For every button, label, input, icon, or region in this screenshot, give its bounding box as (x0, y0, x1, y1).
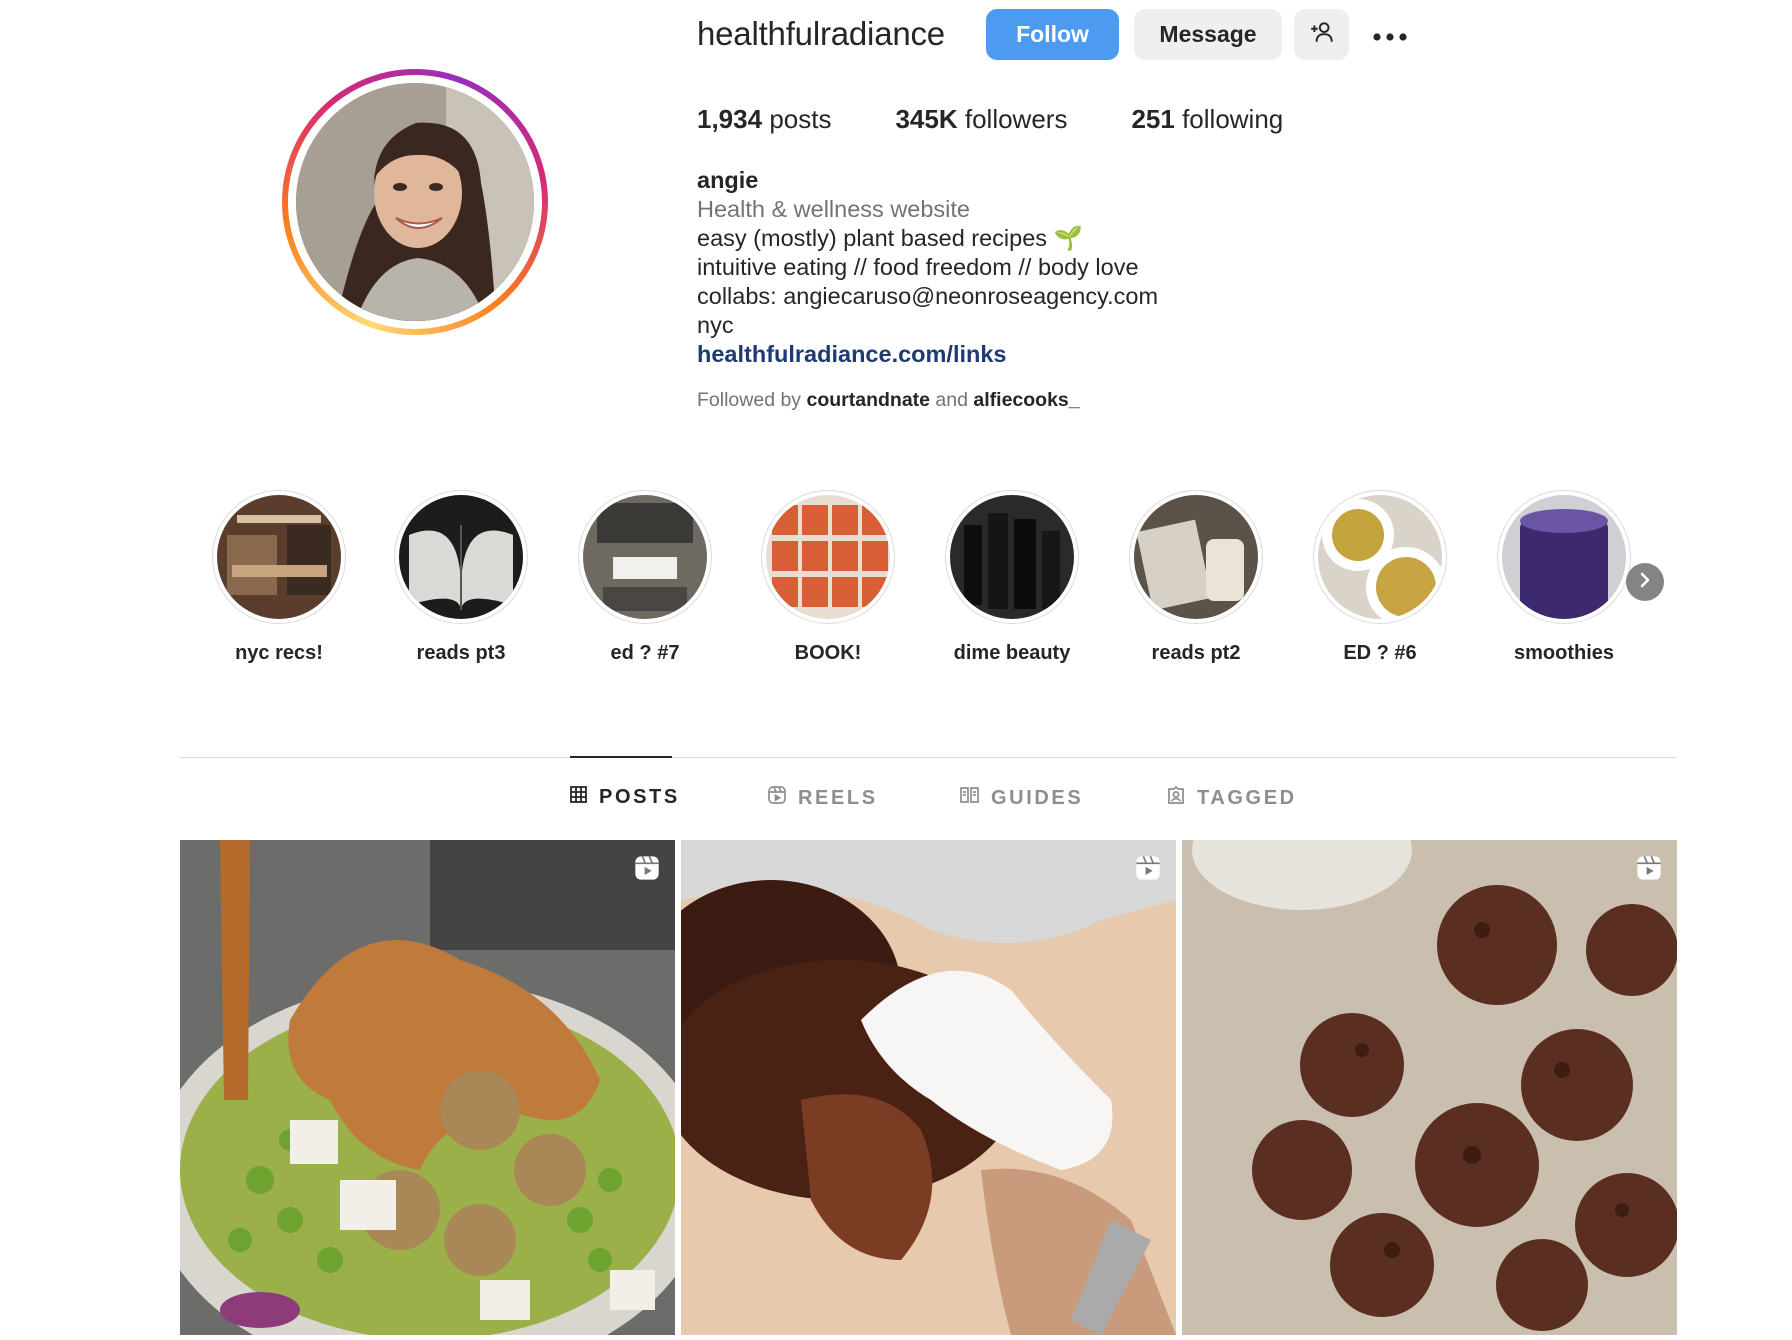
add-person-icon (1309, 19, 1335, 51)
highlight-cover (1134, 495, 1258, 619)
avatar[interactable] (296, 83, 534, 321)
highlight-cover (950, 495, 1074, 619)
highlight-item[interactable]: reads pt2 (1126, 490, 1266, 665)
highlight-item[interactable]: reads pt3 (391, 490, 531, 665)
bio-line: easy (mostly) plant based recipes 🌱 (697, 225, 1083, 251)
profile-username: healthfulradiance (697, 15, 945, 52)
message-button[interactable]: Message (1134, 9, 1282, 60)
followers-count: 345K (895, 104, 958, 134)
active-tab-indicator (570, 756, 672, 758)
tab-guides[interactable]: GUIDES (960, 786, 1083, 810)
post-image (681, 840, 1176, 1335)
guides-icon (960, 786, 991, 810)
tagged-icon (1167, 785, 1197, 810)
highlight-label: reads pt2 (1151, 642, 1241, 664)
highlight-cover (399, 495, 523, 619)
following-stat[interactable]: 251 following (1131, 104, 1283, 135)
followed-by-user[interactable]: alfiecooks_ (973, 389, 1079, 411)
chevron-right-icon (1637, 572, 1653, 593)
highlight-item[interactable]: BOOK! (758, 490, 898, 665)
post-image (180, 840, 675, 1335)
tab-posts[interactable]: POSTS (570, 786, 680, 809)
highlight-cover (583, 495, 707, 619)
highlight-item[interactable]: ed ? #7 (575, 490, 715, 665)
posts-count: 1,934 (697, 104, 763, 134)
tab-label: REELS (798, 786, 878, 809)
bio-line: collabs: angiecaruso@neonroseagency.com (697, 283, 1159, 309)
highlight-label: dime beauty (953, 642, 1071, 664)
tab-label: POSTS (599, 786, 680, 808)
highlight-cover (1502, 495, 1626, 619)
more-dots-icon (1372, 21, 1408, 48)
posts-label: posts (769, 104, 832, 134)
followers-stat[interactable]: 345K followers (895, 104, 1067, 135)
highlight-item[interactable]: smoothies (1494, 490, 1634, 665)
bio-name: angie (697, 167, 759, 193)
post-thumbnail[interactable] (1182, 840, 1677, 1335)
bio-line: nyc (697, 312, 734, 338)
post-image (1182, 840, 1677, 1335)
highlight-item[interactable]: nyc recs! (209, 490, 349, 665)
tab-reels[interactable]: REELS (768, 786, 878, 810)
highlight-item[interactable]: dime beauty (942, 490, 1082, 665)
following-count: 251 (1131, 104, 1175, 134)
reels-icon (1635, 854, 1663, 887)
reels-icon (768, 786, 798, 810)
post-thumbnail[interactable] (180, 840, 675, 1335)
grid-icon (570, 786, 599, 809)
highlight-label: ED ? #6 (1343, 642, 1417, 664)
profile-bio: angie Health & wellness website easy (mo… (697, 166, 1158, 369)
highlights-next-button[interactable] (1626, 563, 1664, 601)
highlight-label: BOOK! (794, 642, 862, 664)
followed-by-joiner: and (935, 389, 968, 411)
bio-category: Health & wellness website (697, 196, 970, 222)
tabs-divider (180, 757, 1677, 758)
highlight-label: smoothies (1513, 642, 1615, 664)
tab-label: GUIDES (991, 786, 1084, 809)
posts-stat: 1,934 posts (697, 104, 831, 135)
post-thumbnail[interactable] (681, 840, 1176, 1335)
followers-label: followers (964, 104, 1068, 134)
follow-button[interactable]: Follow (986, 9, 1119, 60)
more-options-button[interactable] (1368, 14, 1412, 54)
followed-by-user[interactable]: courtandnate (806, 389, 930, 411)
profile-stats: 1,934 posts 345K followers 251 following (697, 104, 1347, 135)
highlight-item[interactable]: ED ? #6 (1310, 490, 1450, 665)
followed-by-prefix: Followed by (697, 389, 802, 411)
reels-icon (1134, 854, 1162, 887)
highlight-label: nyc recs! (235, 642, 323, 664)
highlight-label: ed ? #7 (610, 642, 680, 664)
suggested-users-button[interactable] (1294, 9, 1349, 60)
highlight-cover (1318, 495, 1442, 619)
highlight-cover (217, 495, 341, 619)
followed-by[interactable]: Followed by courtandnate and alfiecooks_ (697, 389, 1080, 412)
bio-line: intuitive eating // food freedom // body… (697, 254, 1139, 280)
highlight-cover (766, 495, 890, 619)
bio-website-link[interactable]: healthfulradiance.com/links (697, 341, 1007, 367)
tab-label: TAGGED (1197, 786, 1297, 809)
following-label: following (1182, 104, 1284, 134)
reels-icon (633, 854, 661, 887)
tab-tagged[interactable]: TAGGED (1167, 785, 1297, 810)
highlight-label: reads pt3 (416, 642, 506, 664)
